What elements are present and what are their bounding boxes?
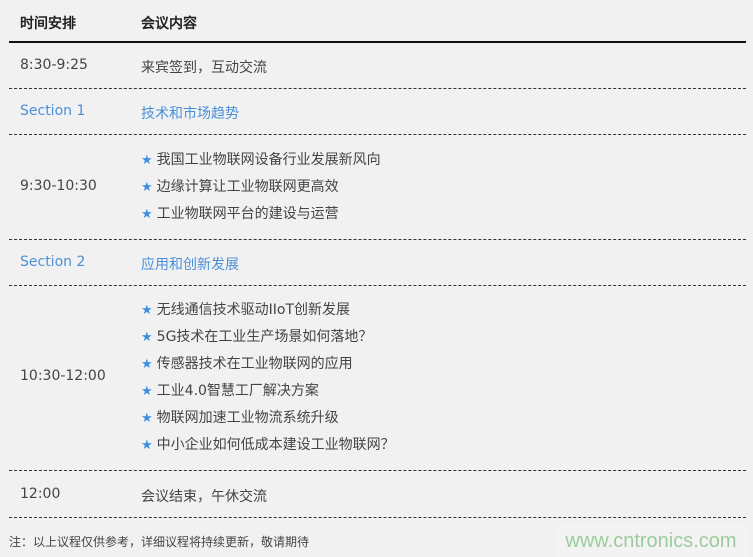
footnote: 注：以上议程仅供参考，详细议程将持续更新，敬请期待 xyxy=(9,535,310,549)
agenda-table: 时间安排 会议内容 8:30-9:25 来宾签到，互动交流 Section 1 … xyxy=(9,0,746,518)
star-icon: ★ xyxy=(141,303,153,318)
list-item: ★ 工业4.0智慧工厂解决方案 xyxy=(141,383,319,399)
list-item: ★ 5G技术在工业生产场景如何落地？ xyxy=(141,329,373,345)
topic-list: ★ 我国工业物联网设备行业发展新风向 ★ 边缘计算让工业物联网更高效 ★ 工业物联网平… xyxy=(141,147,381,228)
star-icon: ★ xyxy=(141,438,153,453)
section-title: 技术和市场趋势 xyxy=(141,106,239,122)
list-item: ★ 我国工业物联网设备行业发展新风向 xyxy=(141,152,381,168)
star-icon: ★ xyxy=(141,384,153,399)
list-item: ★ 无线通信技术驱动IIoT创新发展 xyxy=(141,302,351,318)
list-item: ★ 中小企业如何低成本建设工业物联网？ xyxy=(141,437,395,453)
row-time: 9:30-10:30 xyxy=(20,178,97,194)
section-label: Section 1 xyxy=(20,103,86,119)
watermark: www.cntronics.com xyxy=(556,525,746,557)
star-icon: ★ xyxy=(141,357,153,372)
header-time: 时间安排 xyxy=(20,16,76,32)
section-title: 应用和创新发展 xyxy=(141,257,239,273)
star-icon: ★ xyxy=(141,153,153,168)
table-row: 8:30-9:25 来宾签到，互动交流 xyxy=(9,43,746,89)
row-time: 10:30-12:00 xyxy=(20,368,106,384)
section-label: Section 2 xyxy=(20,254,86,270)
header-content: 会议内容 xyxy=(141,16,197,32)
star-icon: ★ xyxy=(141,207,153,222)
star-icon: ★ xyxy=(141,180,153,195)
list-item: ★ 传感器技术在工业物联网的应用 xyxy=(141,356,353,372)
star-icon: ★ xyxy=(141,330,153,345)
topic-list: ★ 无线通信技术驱动IIoT创新发展 ★ 5G技术在工业生产场景如何落地？ ★ 传感器… xyxy=(141,297,395,459)
table-row: 9:30-10:30 ★ 我国工业物联网设备行业发展新风向 ★ 边缘计算让工业物联网… xyxy=(9,135,746,240)
list-item: ★ 物联网加速工业物流系统升级 xyxy=(141,410,339,426)
section-row: Section 2 应用和创新发展 xyxy=(9,240,746,286)
row-time: 12:00 xyxy=(20,486,61,502)
section-row: Section 1 技术和市场趋势 xyxy=(9,89,746,135)
row-content: 会议结束，午休交流 xyxy=(141,489,267,505)
list-item: ★ 工业物联网平台的建设与运营 xyxy=(141,206,339,222)
list-item: ★ 边缘计算让工业物联网更高效 xyxy=(141,179,339,195)
row-content: 来宾签到，互动交流 xyxy=(141,60,267,76)
star-icon: ★ xyxy=(141,411,153,426)
row-time: 8:30-9:25 xyxy=(20,57,88,73)
table-row: 10:30-12:00 ★ 无线通信技术驱动IIoT创新发展 ★ 5G技术在工业生产… xyxy=(9,286,746,471)
table-header: 时间安排 会议内容 xyxy=(9,0,746,43)
table-row: 12:00 会议结束，午休交流 xyxy=(9,471,746,518)
